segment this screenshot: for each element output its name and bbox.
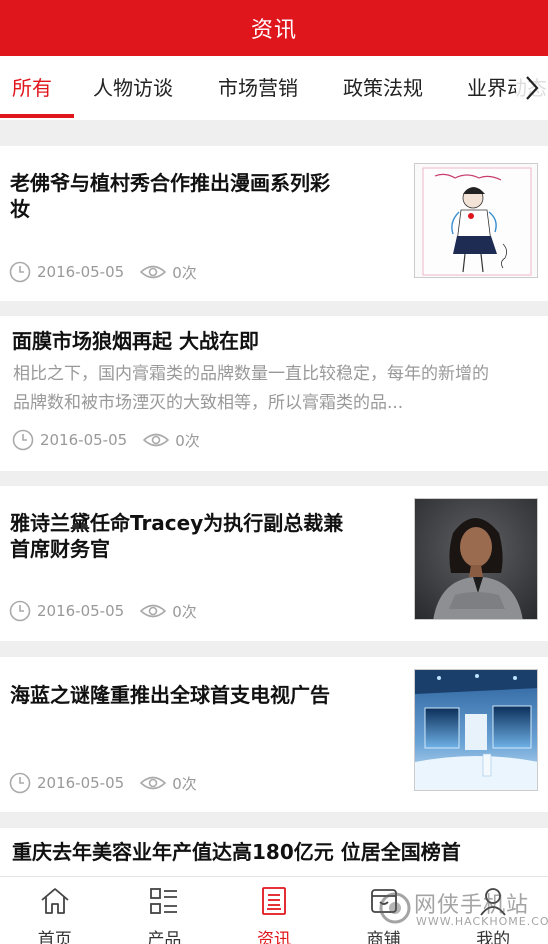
article-card[interactable]: 面膜市场狼烟再起 大战在即 相比之下，国内膏霜类的品牌数量一直比较稳定，每年的新… <box>0 316 548 471</box>
article-thumbnail <box>414 163 538 278</box>
eye-icon <box>140 604 167 618</box>
grid-list-icon <box>150 888 178 914</box>
article-card[interactable]: 雅诗兰黛任命Tracey为执行副总裁兼 首席财务官 2016-05-05 0次 <box>0 486 548 641</box>
article-views: 0次 <box>172 263 197 282</box>
tabs-scroll-right-button[interactable] <box>516 56 548 120</box>
article-summary: 相比之下，国内膏霜类的品牌数量一直比较稳定，每年的新增的 品牌数和被市场湮灭的大… <box>13 364 489 413</box>
article-thumbnail <box>414 669 538 791</box>
article-meta: 2016-05-05 0次 <box>9 600 197 622</box>
document-icon <box>262 887 286 915</box>
article-card[interactable]: 老佛爷与植村秀合作推出漫画系列彩 妆 2016-05-05 0次 <box>0 146 548 301</box>
stage-event-photo-image <box>415 670 537 790</box>
tab-policy[interactable]: 政策法规 <box>343 56 423 120</box>
article-card[interactable]: 海蓝之谜隆重推出全球首支电视广告 2016-05-05 0次 <box>0 657 548 812</box>
article-title: 重庆去年美容业年产值达高180亿元 位居全国榜首 <box>12 840 461 864</box>
app-screen: 资讯 所有 人物访谈 市场营销 政策法规 业界动态 老佛爷与植村秀合作推出漫画系… <box>0 0 548 944</box>
tab-all[interactable]: 所有 <box>12 56 52 120</box>
clock-icon <box>12 429 34 451</box>
article-meta: 2016-05-05 0次 <box>12 429 200 451</box>
article-date: 2016-05-05 <box>37 774 125 792</box>
illustration-sketch-image <box>422 167 532 276</box>
eye-icon <box>140 776 167 790</box>
article-date: 2016-05-05 <box>40 431 128 449</box>
nav-news[interactable]: 资讯 <box>219 877 329 944</box>
watermark: 网侠手机站 WWW.HACKHOME.COM <box>378 885 548 935</box>
article-meta: 2016-05-05 0次 <box>9 261 197 283</box>
header-bar: 资讯 <box>0 0 548 56</box>
nav-home-label: 首页 <box>37 930 72 944</box>
home-icon <box>41 888 69 914</box>
category-tabs: 所有 人物访谈 市场营销 政策法规 业界动态 <box>0 56 548 120</box>
article-views: 0次 <box>172 602 197 621</box>
portrait-photo-image <box>415 499 537 619</box>
clock-icon <box>9 772 31 794</box>
article-date: 2016-05-05 <box>37 263 125 281</box>
article-date: 2016-05-05 <box>37 602 125 620</box>
eye-icon <box>140 265 167 279</box>
clock-icon <box>9 600 31 622</box>
tab-marketing[interactable]: 市场营销 <box>218 56 298 120</box>
article-views: 0次 <box>175 431 200 450</box>
article-meta: 2016-05-05 0次 <box>9 772 197 794</box>
nav-news-label: 资讯 <box>256 930 291 944</box>
eye-icon <box>143 433 170 447</box>
nav-home[interactable]: 首页 <box>0 877 110 944</box>
article-title: 老佛爷与植村秀合作推出漫画系列彩 妆 <box>10 171 330 221</box>
clock-icon <box>9 261 31 283</box>
nav-products-label: 产品 <box>147 930 182 944</box>
article-thumbnail <box>414 498 538 620</box>
article-title: 海蓝之谜隆重推出全球首支电视广告 <box>10 683 330 707</box>
article-views: 0次 <box>172 774 197 793</box>
watermark-url: WWW.HACKHOME.COM <box>416 915 548 928</box>
article-title: 面膜市场狼烟再起 大战在即 <box>12 329 259 353</box>
tab-interviews[interactable]: 人物访谈 <box>93 56 173 120</box>
nav-products[interactable]: 产品 <box>110 877 220 944</box>
active-tab-indicator <box>0 114 74 118</box>
article-title: 雅诗兰黛任命Tracey为执行副总裁兼 首席财务官 <box>10 511 344 561</box>
watermark-logo-icon <box>379 892 411 924</box>
chevron-right-icon <box>526 76 539 100</box>
page-title: 资讯 <box>250 18 297 43</box>
